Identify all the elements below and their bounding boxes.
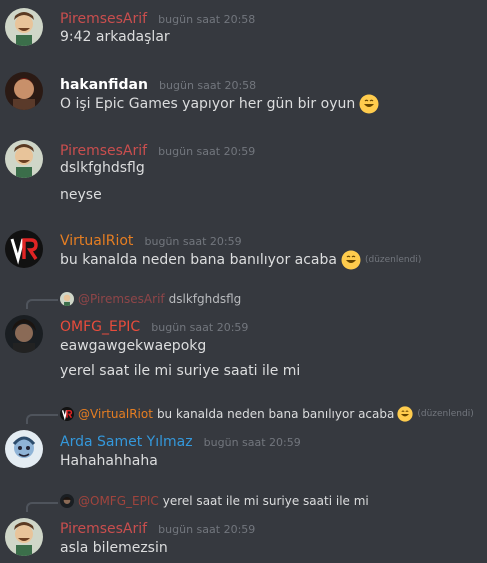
avatar[interactable] [5, 72, 43, 110]
message-text: 9:42 arkadaşlar [60, 29, 170, 45]
avatar[interactable] [5, 518, 43, 556]
message-text: bu kanalda neden bana banılıyor acaba (d… [60, 250, 422, 270]
reply-connector [26, 299, 58, 309]
avatar[interactable] [5, 140, 43, 178]
reply-avatar [60, 494, 74, 508]
avatar[interactable] [5, 230, 43, 268]
edited-label: (düzenlendi) [417, 409, 474, 419]
username[interactable]: PiremsesArif [60, 143, 147, 159]
username[interactable]: Arda Samet Yılmaz [60, 434, 193, 450]
username[interactable]: PiremsesArif [60, 11, 147, 27]
reply-text: yerel saat ile mi suriye saati ile mi [162, 494, 369, 508]
reply-connector [26, 502, 58, 512]
reply-avatar [60, 292, 74, 306]
edited-label: (düzenlendi) [364, 255, 422, 265]
grinning-emoji-icon [359, 94, 379, 114]
message-text: Hahahahhaha [60, 453, 158, 469]
timestamp: bugün saat 20:59 [203, 436, 301, 449]
timestamp: bugün saat 20:59 [158, 145, 256, 158]
message-text: dslkfghdsflg [60, 160, 145, 176]
username[interactable]: OMFG_EPIC [60, 319, 140, 335]
grinning-emoji-icon [397, 406, 413, 422]
grinning-emoji-icon [341, 250, 361, 270]
avatar[interactable] [5, 430, 43, 468]
message-text: O işi Epic Games yapıyor her gün bir oyu… [60, 94, 379, 114]
reply-preview[interactable]: @OMFG_EPIC yerel saat ile mi suriye saat… [60, 494, 369, 508]
reply-username[interactable]: @PiremsesArif [78, 292, 165, 306]
username[interactable]: VirtualRiot [60, 233, 133, 249]
message-text: asla bilemezsin [60, 540, 168, 556]
reply-preview[interactable]: @PiremsesArif dslkfghdsflg [60, 292, 241, 306]
reply-avatar [60, 407, 74, 421]
avatar[interactable] [5, 315, 43, 353]
message-text: neyse [60, 187, 102, 203]
message-text: eawgawgekwaepokg [60, 338, 207, 354]
username[interactable]: hakanfidan [60, 77, 148, 93]
reply-connector [26, 414, 58, 424]
reply-text: dslkfghdsflg [168, 292, 242, 306]
timestamp: bugün saat 20:59 [144, 235, 242, 248]
reply-username[interactable]: @OMFG_EPIC [78, 494, 159, 508]
timestamp: bugün saat 20:59 [151, 321, 249, 334]
reply-username[interactable]: @VirtualRiot [78, 407, 153, 421]
message-text: yerel saat ile mi suriye saati ile mi [60, 363, 301, 379]
reply-preview[interactable]: @VirtualRiot bu kanalda neden bana banıl… [60, 406, 474, 422]
reply-text: bu kanalda neden bana banılıyor acaba [156, 407, 395, 421]
timestamp: bugün saat 20:58 [158, 13, 256, 26]
avatar[interactable] [5, 8, 43, 46]
timestamp: bugün saat 20:58 [159, 79, 257, 92]
timestamp: bugün saat 20:59 [158, 523, 256, 536]
username[interactable]: PiremsesArif [60, 521, 147, 537]
